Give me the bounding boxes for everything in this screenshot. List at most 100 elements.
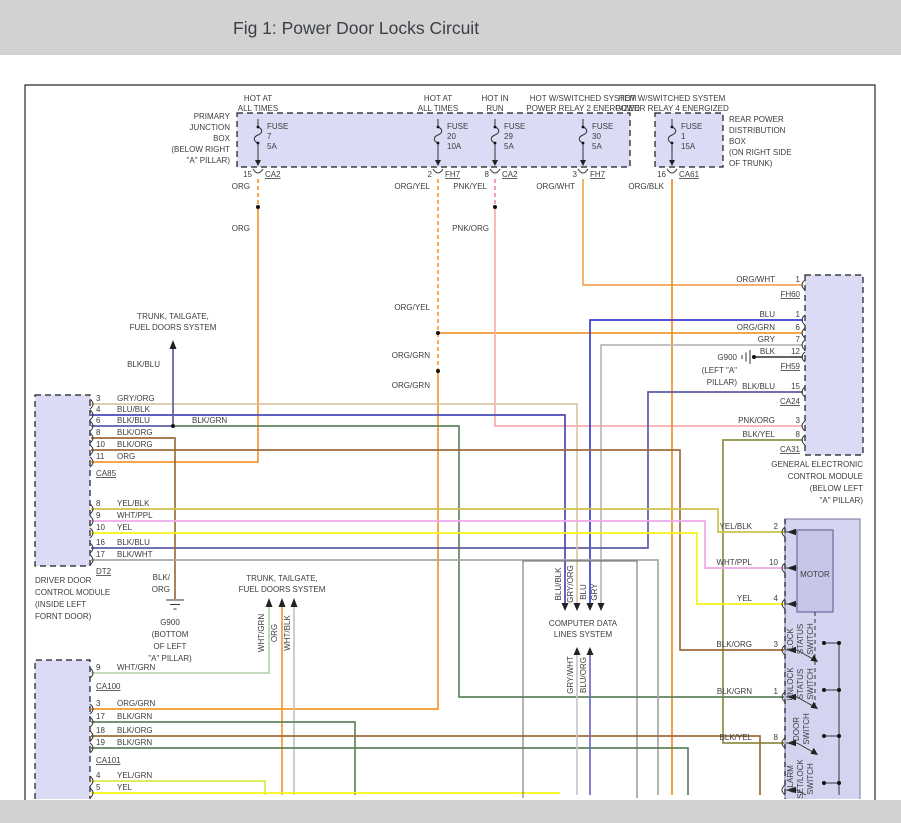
pin-number: 3 <box>96 394 101 403</box>
wire-label: PNK/ORG <box>738 416 775 425</box>
pin-number: 8 <box>796 430 801 439</box>
wire-label: YEL <box>737 594 753 603</box>
wire-label: BLK/ORG <box>716 640 752 649</box>
power-source-label: ALL TIMES <box>238 104 278 113</box>
fuse-label: 29 <box>504 132 513 141</box>
wire-label: BLK/ORG <box>117 440 153 449</box>
wire-label: BLK/GRN <box>117 738 152 747</box>
fuse-label: 1 <box>681 132 686 141</box>
wiring-diagram-page: Fig 1: Power Door Locks Circuit <box>0 0 901 823</box>
connector-id: CA31 <box>780 445 801 454</box>
distribution-box-label: DISTRIBUTION <box>729 126 786 135</box>
module-label: FORNT DOOR) <box>35 612 92 621</box>
module-label: GENERAL ELECTRONIC <box>771 460 863 469</box>
pin-number: 6 <box>796 323 801 332</box>
wire-label: GRY/ORG <box>566 565 575 603</box>
connector-id: FH59 <box>780 362 800 371</box>
pin-number: 10 <box>96 440 105 449</box>
connector-id: CA101 <box>96 756 121 765</box>
junction-box-label: JUNCTION <box>190 123 231 132</box>
wire-label: GRY <box>590 583 599 601</box>
wire-label: GRY <box>758 335 776 344</box>
fuse-label: 7 <box>267 132 272 141</box>
fuse-label: 15A <box>681 142 696 151</box>
power-source-label: HOT AT <box>424 94 452 103</box>
wire-label: BLU/BLK <box>554 567 563 601</box>
junction-box-label: PRIMARY <box>194 112 231 121</box>
power-source-label: RUN <box>486 104 504 113</box>
switch-label: SET/LOCK <box>796 759 805 799</box>
pin-number: 19 <box>96 738 105 747</box>
connector-id: CA85 <box>96 469 117 478</box>
wire-label: ORG <box>270 624 279 642</box>
wire-label: BLK/BLU <box>742 382 775 391</box>
wire-label: BLK/YEL <box>720 733 753 742</box>
gecm-box <box>805 275 863 455</box>
wire-label: BLK/ORG <box>117 726 153 735</box>
figure-title: Fig 1: Power Door Locks Circuit <box>233 18 479 38</box>
module-label: (INSIDE LEFT <box>35 600 86 609</box>
fuse-label: 10A <box>447 142 462 151</box>
pin-number: 16 <box>96 538 105 547</box>
pin-number: 4 <box>774 594 779 603</box>
switch-label: STATUS <box>796 669 805 699</box>
pin-number: 9 <box>96 663 101 672</box>
wire-label: YEL <box>117 783 133 792</box>
wire-label: YEL/BLK <box>117 499 150 508</box>
power-source-label: POWER RELAY 4 ENERGIZED <box>615 104 729 113</box>
module-label: (BELOW LEFT <box>810 484 863 493</box>
switch-label: STATUS <box>796 624 805 654</box>
system-label: FUEL DOORS SYSTEM <box>130 323 217 332</box>
switch-label: LOCK <box>786 627 795 649</box>
primary-junction-box <box>237 113 630 167</box>
pin-number: 8 <box>485 170 490 179</box>
wire-label: WHT/GRN <box>257 614 266 652</box>
wire-label: BLU/BLK <box>117 405 151 414</box>
fuse-label: 20 <box>447 132 456 141</box>
connector-id: DT2 <box>96 567 112 576</box>
pin-number: 3 <box>96 699 101 708</box>
system-label: TRUNK, TAILGATE, <box>246 574 318 583</box>
wire-label: BLK/BLU <box>127 360 160 369</box>
ground-label: "A" PILLAR) <box>148 654 192 663</box>
pin-number: 8 <box>774 733 779 742</box>
pin-number: 18 <box>96 726 105 735</box>
pin-number: 1 <box>796 310 801 319</box>
pin-number: 11 <box>96 452 105 461</box>
pin-number: 1 <box>774 687 779 696</box>
system-label: LINES SYSTEM <box>554 630 613 639</box>
ground-label: PILLAR) <box>707 378 738 387</box>
wire-label: ORG/YEL <box>394 303 430 312</box>
wire-label: BLK/BLU <box>117 416 150 425</box>
switch-label: UNLOCK <box>786 667 795 701</box>
pin-number: 3 <box>796 416 801 425</box>
switch-label: SWITCH <box>806 668 815 700</box>
wire-label: BLK/GRN <box>192 416 227 425</box>
bottom-connector-box <box>35 660 90 799</box>
bottom-strip <box>0 800 901 823</box>
module-label: "A" PILLAR) <box>820 496 864 505</box>
wire-label: WHT/GRN <box>117 663 155 672</box>
switch-label: DOOR <box>792 717 801 741</box>
wire-label: ORG <box>152 585 170 594</box>
pin-number: 6 <box>96 416 101 425</box>
pin-number: 12 <box>791 347 800 356</box>
switch-label: ALARM <box>786 765 795 793</box>
wire-label: YEL <box>117 523 133 532</box>
connector-id: CA61 <box>679 170 700 179</box>
connector-id: FH60 <box>780 290 800 299</box>
fuse-label: FUSE <box>592 122 613 131</box>
fuse-label: FUSE <box>447 122 468 131</box>
fuse-label: 30 <box>592 132 601 141</box>
wire-label: ORG/WHT <box>536 182 575 191</box>
pin-number: 3 <box>774 640 779 649</box>
fuse-label: FUSE <box>504 122 525 131</box>
wire-label: BLK/GRN <box>117 712 152 721</box>
pin-number: 5 <box>96 783 101 792</box>
connector-id: CA2 <box>265 170 281 179</box>
wire-label: GRY/ORG <box>117 394 155 403</box>
fuse-label: 5A <box>592 142 602 151</box>
wire-label: PNK/ORG <box>452 224 489 233</box>
fuse-label: 5A <box>504 142 514 151</box>
module-label: CONTROL MODULE <box>35 588 110 597</box>
